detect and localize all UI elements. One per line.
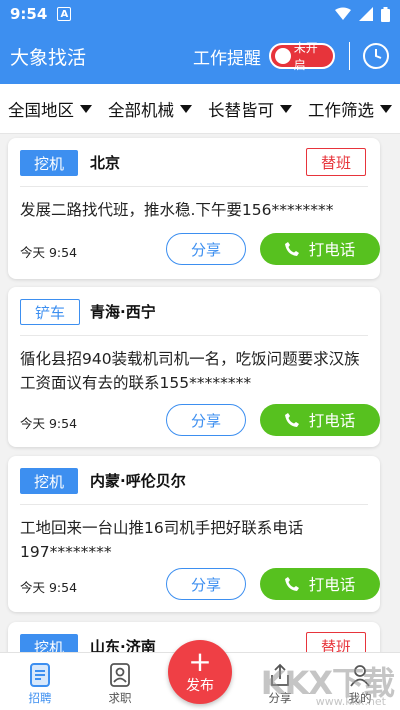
work-remind-label: 工作提醒 [193, 48, 261, 69]
notification-a-icon: A [57, 7, 72, 21]
call-label: 打电话 [308, 412, 356, 430]
job-card[interactable]: 挖机 北京 替班 发展二路找代班，推水稳.下午要156******** 今天 9… [8, 138, 380, 279]
filter-shift-type[interactable]: 长替皆可 [208, 97, 292, 121]
phone-icon [284, 413, 299, 427]
job-description: 工地回来一台山推16司机手把好联系电话197******** [20, 519, 304, 561]
job-card[interactable]: 挖机 内蒙·呼伦贝尔 工地回来一台山推16司机手把好联系电话197*******… [8, 456, 380, 612]
post-time: 今天 9:54 [20, 245, 78, 260]
call-button[interactable]: 打电话 [260, 568, 380, 600]
app-title: 大象找活 [10, 46, 87, 69]
card-divider [20, 504, 368, 505]
plus-icon: + [188, 645, 212, 678]
machine-tag: 铲车 [20, 299, 81, 325]
status-bar: 9:54 A [0, 0, 400, 28]
status-time: 9:54 [10, 5, 48, 23]
dropdown-arrow-icon [380, 104, 392, 113]
clock-icon[interactable] [362, 42, 390, 70]
dropdown-arrow-icon [280, 104, 292, 113]
job-location: 青海·西宁 [90, 303, 156, 321]
watermark-url: www.kkx.net [315, 695, 386, 708]
dropdown-arrow-icon [180, 104, 192, 113]
post-time: 今天 9:54 [20, 416, 78, 431]
job-location: 内蒙·呼伦贝尔 [90, 472, 186, 490]
signal-icon [359, 7, 373, 21]
publish-label: 发布 [186, 678, 214, 694]
work-remind-toggle[interactable]: 未开启 [269, 41, 335, 72]
toggle-knob [275, 48, 291, 64]
filter-bar: 全国地区 全部机械 长替皆可 工作筛选 [0, 84, 400, 134]
tab-recruit[interactable]: 招聘 [0, 653, 80, 710]
person-card-icon [110, 663, 130, 687]
job-card[interactable]: 铲车 青海·西宁 循化县招940装载机司机一名，吃饭问题要求汉族工资面议有去的联… [8, 287, 380, 447]
post-time: 今天 9:54 [20, 580, 78, 595]
share-button[interactable]: 分享 [166, 404, 246, 436]
share-button[interactable]: 分享 [166, 568, 246, 600]
call-button[interactable]: 打电话 [260, 404, 380, 436]
phone-icon [284, 577, 299, 591]
recruit-doc-icon [30, 663, 50, 687]
dropdown-arrow-icon [80, 104, 92, 113]
card-divider [20, 335, 368, 336]
call-label: 打电话 [308, 576, 356, 594]
header-divider [349, 42, 350, 70]
toggle-label: 未开启 [293, 41, 318, 72]
phone-icon [284, 242, 299, 256]
publish-button[interactable]: + 发布 [168, 640, 232, 704]
filter-label: 工作筛选 [308, 100, 374, 120]
status-icons [335, 6, 390, 22]
substitute-badge: 替班 [306, 148, 366, 176]
filter-label: 全国地区 [8, 100, 74, 120]
card-divider [20, 186, 368, 187]
job-description: 发展二路找代班，推水稳.下午要156******** [20, 201, 334, 219]
tab-label: 求职 [108, 691, 132, 705]
machine-tag: 挖机 [20, 150, 79, 176]
battery-icon [381, 6, 390, 22]
filter-label: 全部机械 [108, 100, 174, 120]
job-description: 循化县招940装载机司机一名，吃饭问题要求汉族工资面议有去的联系155*****… [20, 350, 360, 392]
filter-work[interactable]: 工作筛选 [308, 97, 392, 121]
filter-machinery[interactable]: 全部机械 [108, 97, 192, 121]
tab-label: 招聘 [28, 691, 52, 705]
filter-region[interactable]: 全国地区 [8, 97, 92, 121]
app-header: 大象找活 工作提醒 未开启 [0, 28, 400, 84]
machine-tag: 挖机 [20, 468, 79, 494]
share-button[interactable]: 分享 [166, 233, 246, 265]
filter-label: 长替皆可 [208, 100, 274, 120]
call-button[interactable]: 打电话 [260, 233, 380, 265]
call-label: 打电话 [308, 241, 356, 259]
wifi-icon [335, 7, 351, 20]
job-location: 北京 [90, 154, 121, 172]
tab-job-seek[interactable]: 求职 [80, 653, 160, 710]
